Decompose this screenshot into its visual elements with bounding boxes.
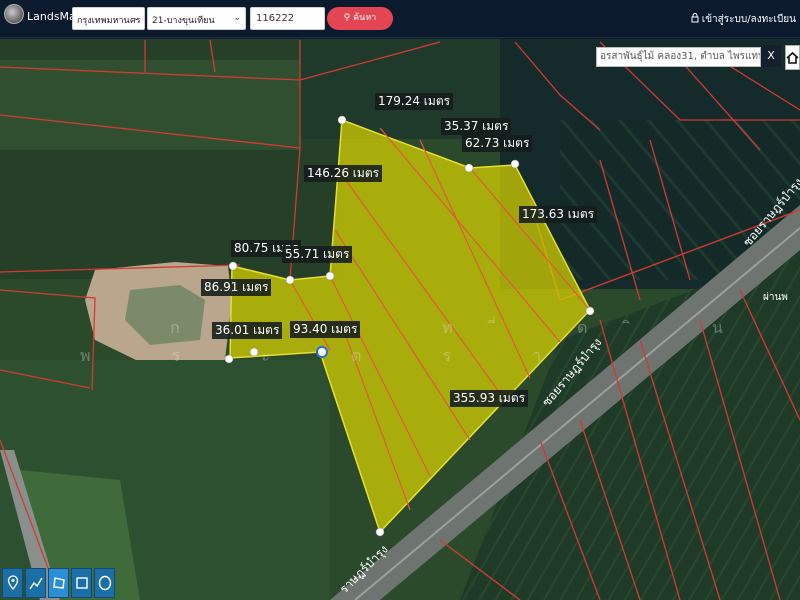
chevron-down-icon: ⌄ [233,13,241,23]
district-select[interactable]: 21-บางขุนเทียน ⌄ [147,7,246,30]
province-select-value: กรุงเทพมหานคร [77,16,141,26]
top-navigation-bar: LandsMaps กรุงเทพมหานคร ⌄ 21-บางขุนเทียน… [0,0,800,38]
drawing-toolbar [2,568,115,598]
line-tool-button[interactable] [25,568,46,598]
measurement-label: 86.91 เมตร [201,279,272,296]
rectangle-icon [75,577,88,589]
rectangle-tool-button[interactable] [71,568,92,598]
login-register-label: เข้าสู่ระบบ/ลงทะเบียน [701,14,796,25]
district-select-value: 21-บางขุนเทียน [152,16,215,26]
measurement-label: 35.37 เมตร [441,118,512,135]
measurement-label: 146.26 เมตร [304,165,383,182]
polyline-icon [28,577,43,590]
measurement-label: 62.73 เมตร [462,135,533,152]
measurement-label: 179.24 เมตร [375,93,454,110]
measurement-label: 93.40 เมตร [290,321,361,338]
marker-tool-button[interactable] [2,568,23,598]
circle-tool-button[interactable] [94,568,115,598]
measurement-label: 355.93 เมตร [450,390,529,407]
home-button[interactable] [785,45,800,70]
lock-icon [691,13,699,23]
satellite-map[interactable]: ก ร ม ท ี่ ด ิ น พ ร ะ ต ร า ซอยราษฎร์บำ… [0,39,800,600]
login-register-link[interactable]: เข้าสู่ระบบ/ลงทะเบียน [691,12,796,27]
home-icon [786,51,799,64]
chevron-down-icon: ⌄ [132,13,140,23]
close-info-button[interactable]: X [761,45,781,67]
parcel-number-input[interactable]: 116222 [250,7,325,30]
landsmaps-logo-icon[interactable] [4,4,24,24]
watermark-lower: พ ร ะ ต ร า [80,346,580,365]
measurement-label: 36.01 เมตร [212,322,283,339]
map-pin-icon [7,575,18,590]
province-select[interactable]: กรุงเทพมหานคร ⌄ [72,7,145,30]
search-icon: ⚲ [343,13,351,23]
area-label: ผ่านพ [763,292,788,303]
measurement-label: 173.63 เมตร [519,206,598,223]
search-button-label: ค้นหา [353,13,377,23]
location-info-text: อรสาพันธุ์ไม้ คลอง31, ตำบล ไพรแทน อำเภออ… [596,47,761,67]
measurement-label: 55.71 เมตร [282,246,353,263]
polygon-tool-button[interactable] [48,568,69,598]
circle-icon [98,575,111,591]
polygon-icon [52,577,65,589]
search-button[interactable]: ⚲ ค้นหา [327,7,393,30]
